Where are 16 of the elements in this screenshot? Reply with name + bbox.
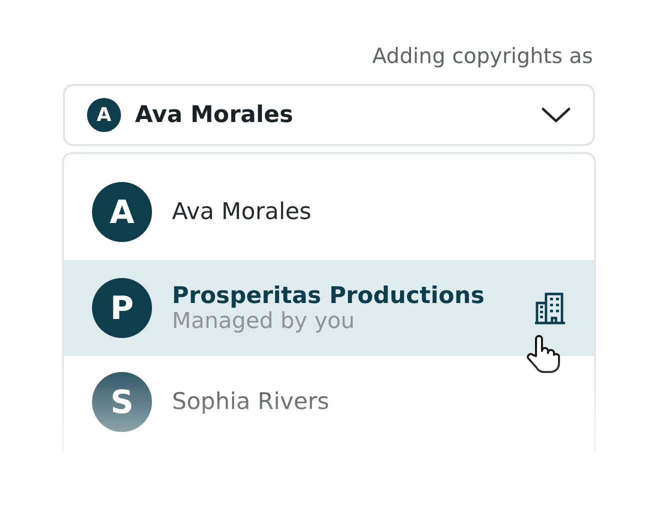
chevron-down-icon [541, 106, 571, 124]
avatar: A [92, 182, 152, 242]
building-icon [534, 291, 566, 325]
account-option[interactable]: S Sophia Rivers [64, 362, 594, 442]
account-subtitle: Managed by you [172, 308, 356, 334]
account-select[interactable]: A Ava Morales [63, 84, 595, 146]
account-name: Ava Morales [172, 199, 312, 225]
avatar: A [87, 98, 121, 132]
selected-account: Ava Morales [135, 102, 294, 128]
avatar: S [92, 372, 152, 432]
account-name: Sophia Rivers [172, 389, 330, 415]
account-option[interactable]: A Ava Morales [64, 172, 594, 252]
account-name: Prosperitas Productions [172, 282, 486, 308]
hand-pointer-icon [526, 334, 560, 374]
field-label: Adding copyrights as [372, 44, 593, 68]
avatar: P [92, 278, 152, 338]
